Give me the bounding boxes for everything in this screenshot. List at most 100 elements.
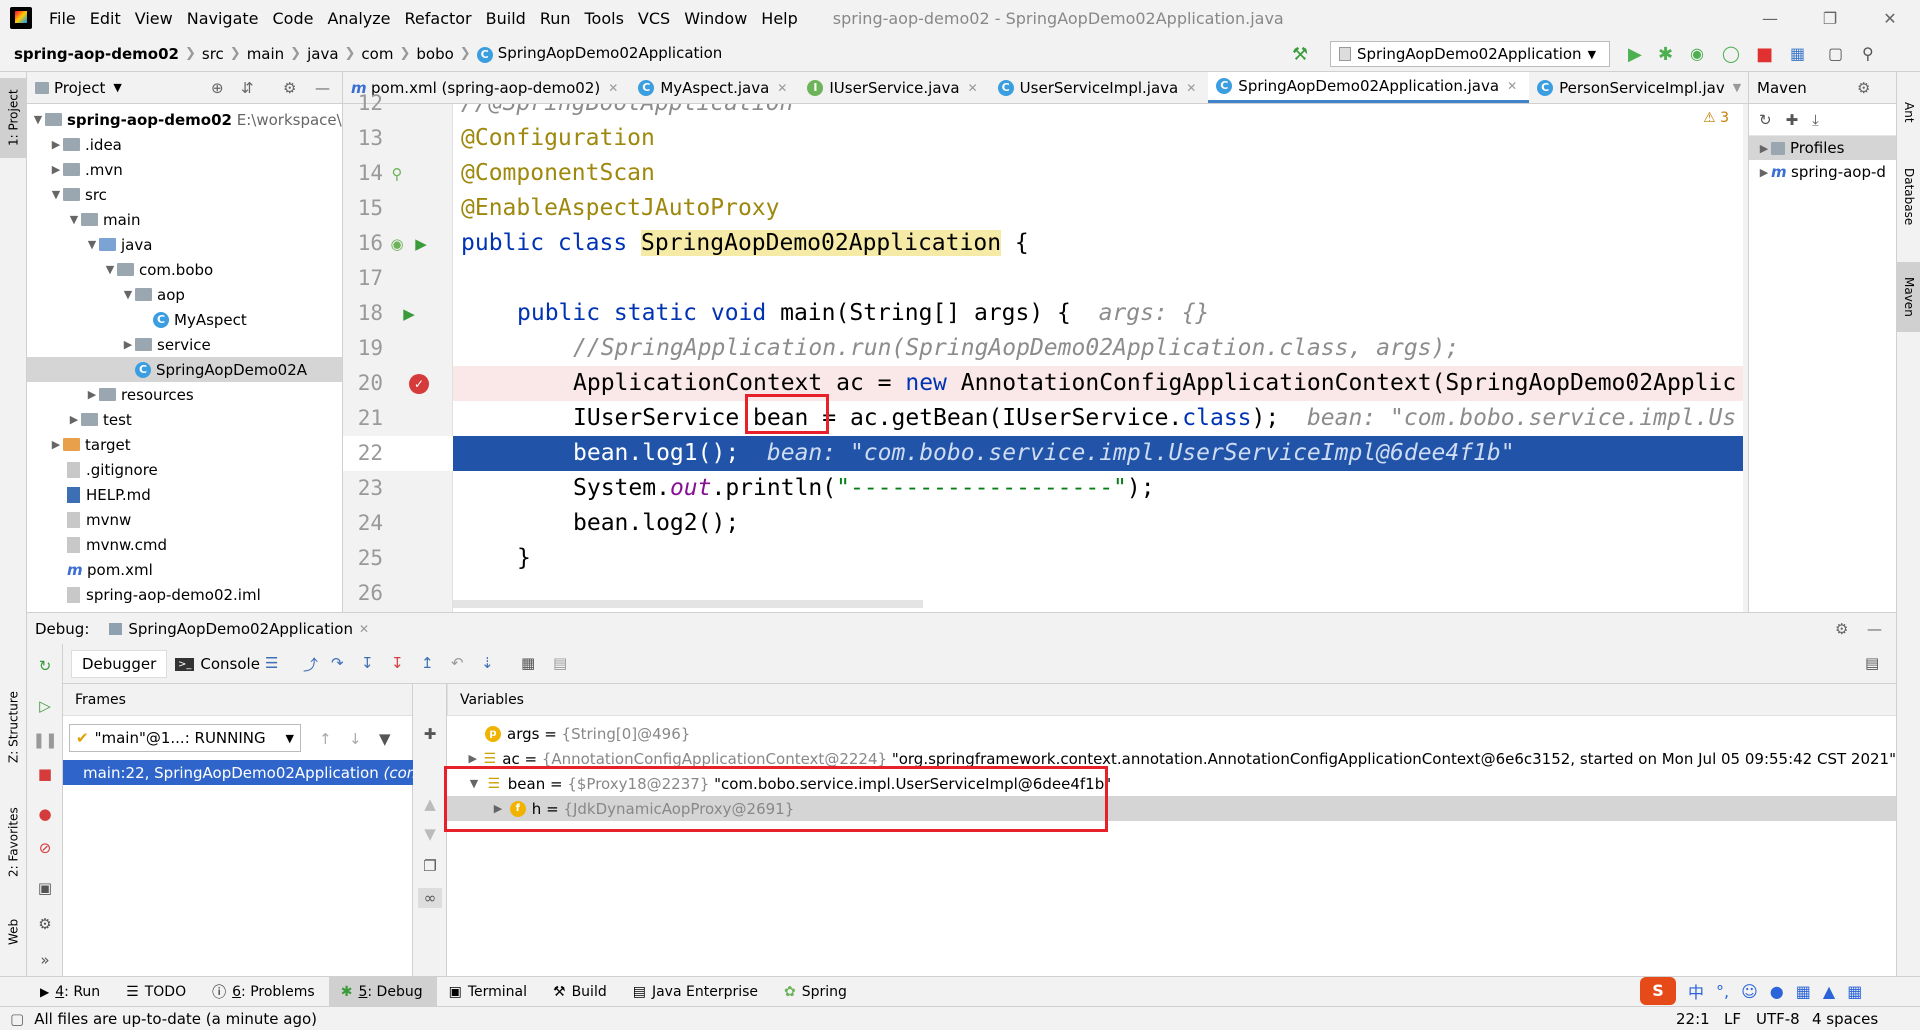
copy-icon[interactable]: ❐ [420, 856, 440, 876]
tab-debugger[interactable]: Debugger [71, 650, 168, 678]
run-icon[interactable]: ▶ [1628, 44, 1648, 65]
tab-maven[interactable]: Maven [1897, 262, 1920, 332]
coverage-icon[interactable]: ◉ [1690, 44, 1710, 64]
tree-item-mvnw[interactable]: mvnw [27, 507, 342, 532]
maximize-icon[interactable]: ❐ [1800, 0, 1860, 36]
gear-icon[interactable]: ⚙ [283, 79, 296, 97]
drop-frame-icon[interactable]: ↶ [451, 654, 464, 672]
breadcrumb-main[interactable]: main [241, 45, 290, 63]
tab-iuserservice[interactable]: I IUserService.java ✕ [799, 72, 989, 103]
maven-item-profiles[interactable]: ▶ Profiles [1749, 136, 1896, 160]
tree-item-pom-xml[interactable]: m pom.xml [27, 557, 342, 582]
stop-icon[interactable]: ■ [35, 764, 55, 784]
tab-build[interactable]: ⚒ Build [541, 977, 621, 1007]
thread-select[interactable]: ✔ "main"@1...: RUNNING ▼ [69, 724, 301, 752]
close-icon[interactable]: ✕ [968, 81, 978, 95]
pause-icon[interactable]: ❚❚ [32, 730, 57, 750]
menu-edit[interactable]: Edit [83, 9, 128, 28]
tree-item-test[interactable]: ▶ test [27, 407, 342, 432]
rerun-icon[interactable]: ↻ [35, 656, 55, 676]
hide-icon[interactable]: — [315, 79, 330, 97]
tab-debug[interactable]: ✱ 5: Debug [328, 976, 437, 1007]
minimize-icon[interactable]: — [1740, 0, 1800, 36]
tree-item-java[interactable]: ▼ java [27, 232, 342, 257]
spring-bean-icon[interactable]: ◉ [387, 234, 407, 254]
tab-web[interactable]: Web [0, 902, 27, 962]
tab-pom-xml[interactable]: m pom.xml (spring-aop-demo02) ✕ [343, 72, 630, 103]
stack-frame-item[interactable]: main:22, SpringAopDemo02Application (com [63, 760, 413, 785]
microphone-icon[interactable]: ● [1770, 982, 1784, 1001]
layout-icon[interactable]: ▢ [1828, 44, 1848, 64]
horizontal-scrollbar[interactable] [453, 600, 923, 608]
punctuation-icon[interactable]: °, [1716, 982, 1729, 1001]
build-hammer-icon[interactable]: ⚒ [1292, 44, 1312, 65]
sogou-icon[interactable]: S [1640, 977, 1676, 1005]
profile-icon[interactable]: ◯ [1722, 44, 1742, 64]
tab-structure[interactable]: Z: Structure [0, 672, 27, 782]
tab-springaopdemo02application[interactable]: C SpringAopDemo02Application.java ✕ [1208, 72, 1530, 103]
tab-personserviceimpl[interactable]: C PersonServiceImpl.jav ▼ [1529, 72, 1753, 103]
tree-item-service[interactable]: ▶ service [27, 332, 342, 357]
glasses-icon[interactable]: ∞ [418, 888, 442, 908]
run-config-select[interactable]: SpringAopDemo02Application ▼ [1330, 41, 1610, 67]
tree-item-gitignore[interactable]: .gitignore [27, 457, 342, 482]
tree-item-aop[interactable]: ▼ aop [27, 282, 342, 307]
close-icon[interactable]: ✕ [1186, 81, 1196, 95]
emoji-icon[interactable]: ☺ [1741, 982, 1758, 1001]
tab-ant[interactable]: Ant [1897, 92, 1920, 132]
debug-session-tab[interactable]: SpringAopDemo02Application ✕ [109, 620, 369, 638]
tree-item-myaspect[interactable]: C MyAspect [27, 307, 342, 332]
down-arrow-icon[interactable]: ▼ [420, 824, 440, 844]
tab-myaspect[interactable]: C MyAspect.java ✕ [630, 72, 799, 103]
close-icon[interactable]: ✕ [359, 622, 369, 636]
breadcrumb-src[interactable]: src [196, 45, 230, 63]
run-gutter-icon[interactable]: ▶ [411, 234, 431, 254]
menu-navigate[interactable]: Navigate [180, 9, 266, 28]
tab-favorites[interactable]: 2: Favorites [0, 792, 27, 892]
stop-icon[interactable]: ■ [1756, 44, 1776, 65]
menu-run[interactable]: Run [533, 9, 578, 28]
close-icon[interactable]: ✕ [1860, 0, 1920, 36]
gear-icon[interactable]: ⚙ [35, 914, 55, 934]
file-encoding[interactable]: UTF-8 [1756, 1010, 1800, 1028]
view-breakpoints-icon[interactable]: ● [35, 804, 55, 824]
menu-code[interactable]: Code [266, 9, 321, 28]
filter-icon[interactable]: ▼ [379, 730, 391, 748]
code-editor[interactable]: //@SpringBootApplication @Configuration … [453, 104, 1743, 612]
show-execution-point-icon[interactable]: ⤴ [303, 654, 318, 675]
menu-refactor[interactable]: Refactor [398, 9, 479, 28]
tree-item-target[interactable]: ▶ target [27, 432, 342, 457]
project-panel-title[interactable]: Project [54, 79, 105, 97]
menu-vcs[interactable]: VCS [631, 9, 677, 28]
warning-count[interactable]: ⚠ 3 [1703, 110, 1729, 126]
menu-file[interactable]: File [42, 9, 83, 28]
tab-terminal[interactable]: ▣ Terminal [437, 977, 541, 1007]
step-over-icon[interactable]: ↷ [331, 654, 344, 672]
tree-item-com-bobo[interactable]: ▼ com.bobo [27, 257, 342, 282]
breakpoint-icon[interactable]: ✓ [409, 374, 429, 394]
tab-java-enterprise[interactable]: ▤ Java Enterprise [621, 977, 772, 1007]
variable-args[interactable]: p args = {String[0]@496} [447, 721, 1896, 746]
chevron-down-icon[interactable]: ▼ [113, 81, 121, 94]
up-arrow-icon[interactable]: ▲ [420, 794, 440, 814]
menu-view[interactable]: View [128, 9, 180, 28]
download-icon[interactable]: ⤓ [1812, 111, 1819, 129]
indent-setting[interactable]: 4 spaces [1812, 1010, 1878, 1028]
toolbox-icon[interactable]: ▦ [1847, 982, 1862, 1001]
hide-icon[interactable]: — [1867, 620, 1882, 638]
tab-spring[interactable]: ✿ Spring [772, 977, 861, 1007]
tree-item-mvn[interactable]: ▶ .mvn [27, 157, 342, 182]
search-icon[interactable]: ⚲ [1862, 44, 1882, 64]
menu-build[interactable]: Build [479, 9, 533, 28]
menu-analyze[interactable]: Analyze [320, 9, 397, 28]
force-step-into-icon[interactable]: ↧ [391, 654, 404, 672]
run-to-cursor-icon[interactable]: ⇣ [481, 654, 494, 672]
maven-item-project[interactable]: ▶ m spring-aop-d [1749, 160, 1896, 184]
breadcrumb-bobo[interactable]: bobo [410, 45, 459, 63]
tab-problems[interactable]: ⓘ 6: Problems [200, 977, 329, 1007]
step-into-icon[interactable]: ↧ [361, 654, 374, 672]
add-maven-project-icon[interactable]: ✚ [1786, 111, 1799, 129]
layout-icon[interactable]: ☰ [265, 654, 278, 672]
gear-icon[interactable]: ⚙ [1857, 79, 1870, 97]
tab-todo[interactable]: ☰ TODO [114, 977, 200, 1007]
